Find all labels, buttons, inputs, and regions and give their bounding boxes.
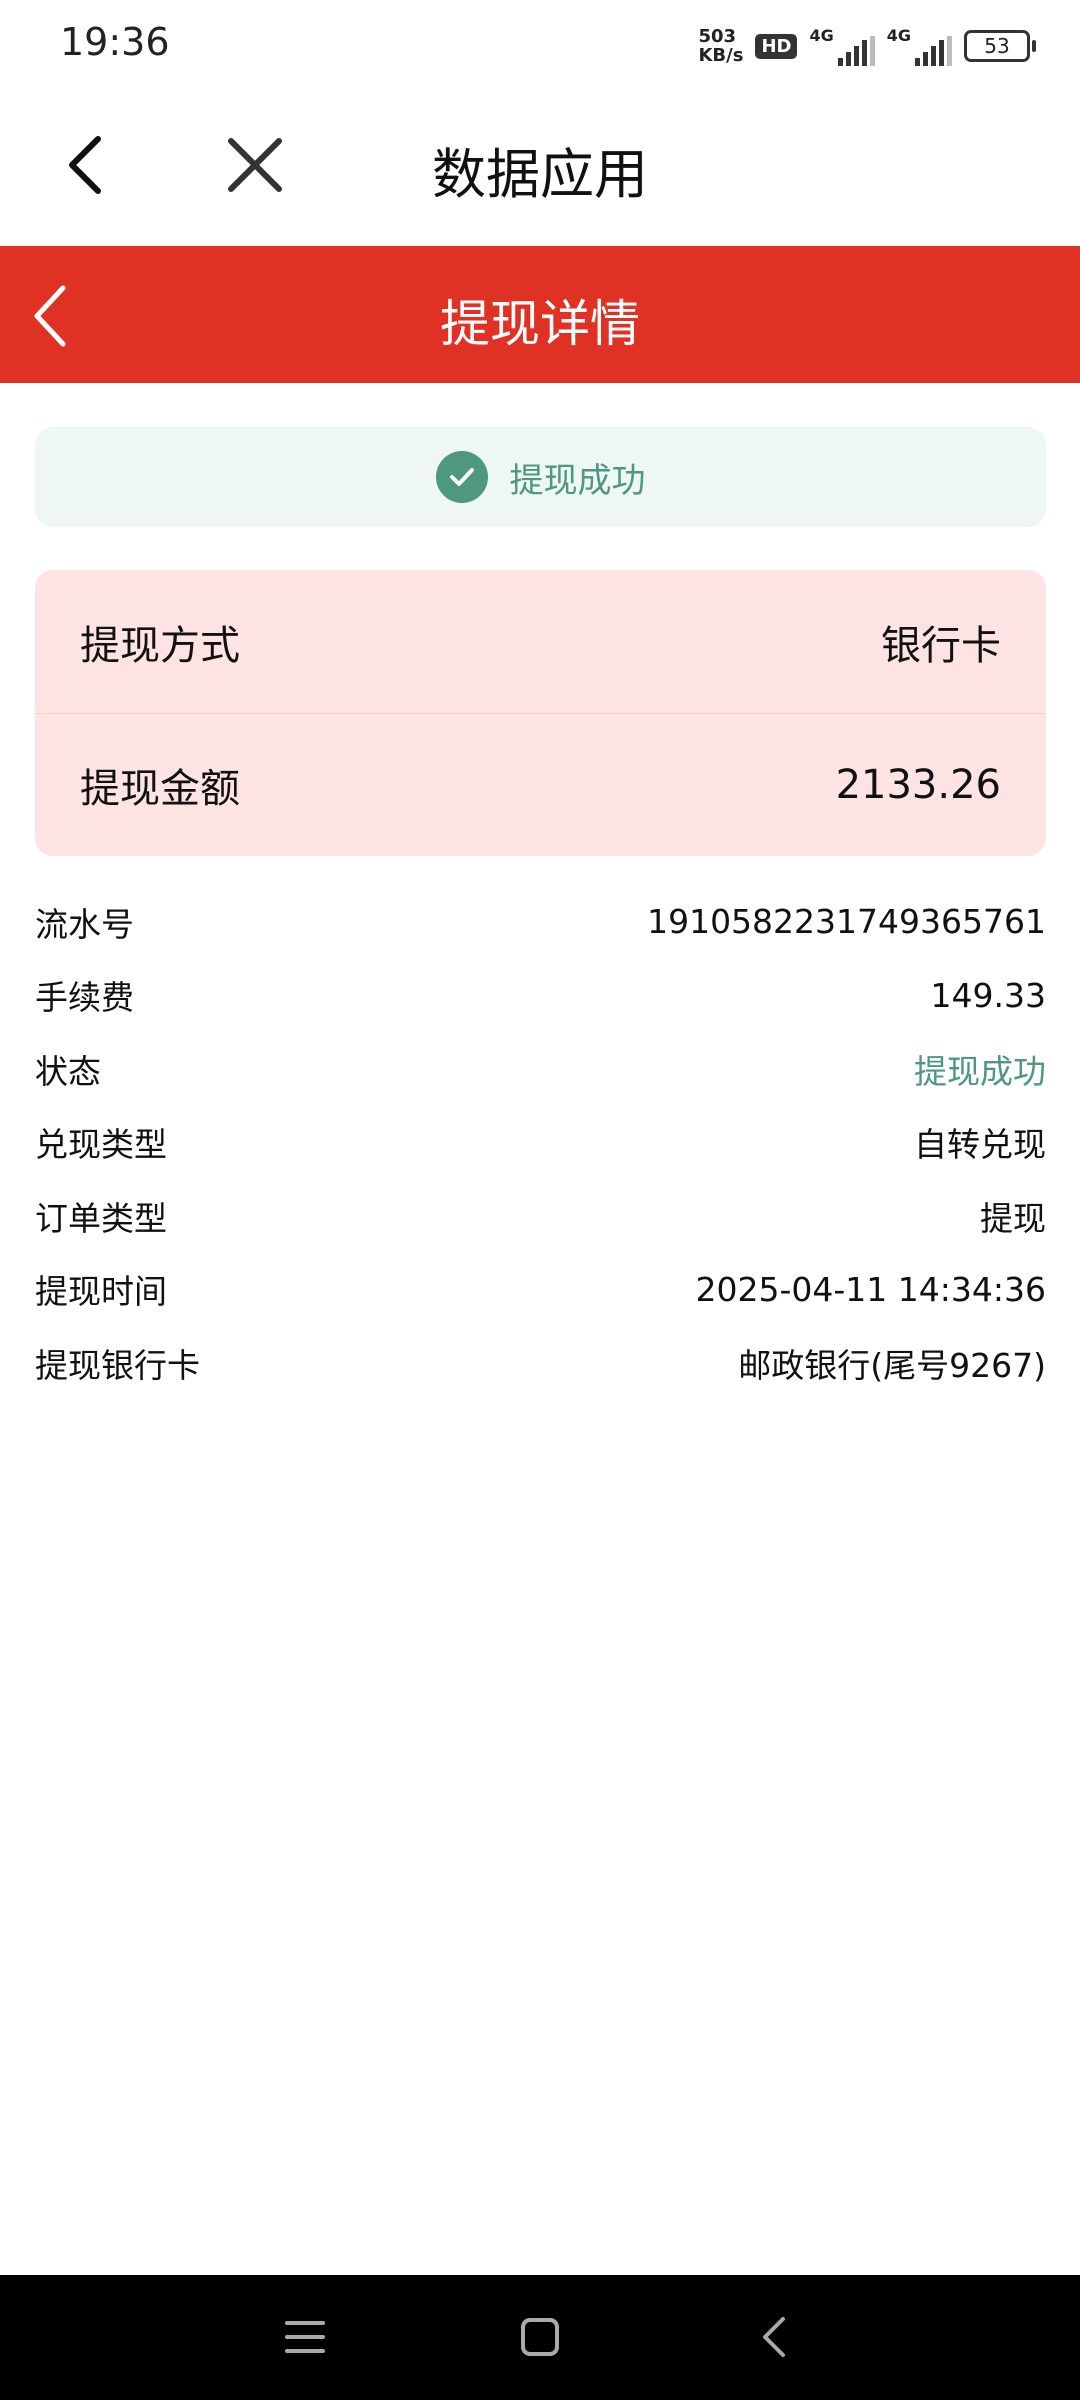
hd-icon: HD xyxy=(755,33,798,59)
status-banner-text: 提现成功 xyxy=(509,460,646,501)
network-type-1: 4G xyxy=(809,26,834,45)
detail-row-serial: 流水号 1910582231749365761 xyxy=(35,885,1046,959)
signal-icon-1: 4G xyxy=(809,26,875,66)
nav-back-button[interactable] xyxy=(745,2307,805,2367)
detail-row-bank-card: 提现银行卡 邮政银行(尾号9267) xyxy=(35,1326,1046,1400)
detail-label: 手续费 xyxy=(35,978,134,1018)
detail-label: 提现银行卡 xyxy=(35,1345,200,1385)
nav-home-button[interactable] xyxy=(510,2307,570,2367)
detail-value: 邮政银行(尾号9267) xyxy=(738,1345,1046,1385)
detail-value: 自转兑现 xyxy=(914,1125,1046,1165)
detail-value-status: 提现成功 xyxy=(914,1051,1046,1091)
detail-row-fee: 手续费 149.33 xyxy=(35,959,1046,1033)
network-speed-unit: KB/s xyxy=(698,45,744,66)
detail-label: 流水号 xyxy=(35,904,134,944)
detail-row-time: 提现时间 2025-04-11 14:34:36 xyxy=(35,1253,1046,1327)
withdraw-amount-label: 提现金额 xyxy=(80,765,240,812)
battery-level: 53 xyxy=(984,34,1010,58)
detail-row-status: 状态 提现成功 xyxy=(35,1032,1046,1106)
network-speed: 503 KB/s xyxy=(698,27,743,65)
status-time: 19:36 xyxy=(60,20,170,64)
withdraw-amount-value: 2133.26 xyxy=(835,761,1001,808)
signal-bars-icon xyxy=(915,36,952,66)
system-nav-bar xyxy=(0,2275,1080,2400)
detail-label: 订单类型 xyxy=(35,1198,167,1238)
check-icon xyxy=(449,468,474,486)
menu-icon xyxy=(285,2321,325,2353)
withdraw-method-row: 提现方式 银行卡 xyxy=(80,570,1001,713)
app-header: 数据应用 xyxy=(0,100,1080,230)
detail-row-order-type: 订单类型 提现 xyxy=(35,1179,1046,1253)
back-icon xyxy=(763,2317,785,2357)
detail-value: 1910582231749365761 xyxy=(647,902,1046,942)
detail-value: 149.33 xyxy=(930,975,1046,1015)
network-type-2: 4G xyxy=(886,26,911,45)
detail-label: 状态 xyxy=(35,1051,101,1091)
summary-card: 提现方式 银行卡 提现金额 2133.26 xyxy=(35,570,1046,856)
network-speed-value: 503 xyxy=(698,26,737,47)
signal-bars-icon xyxy=(837,36,875,66)
detail-value: 提现 xyxy=(980,1198,1046,1238)
status-bar: 19:36 503 KB/s HD 4G 4G 53 xyxy=(0,0,1080,90)
page-title: 提现详情 xyxy=(440,295,640,353)
status-banner: 提现成功 xyxy=(35,427,1046,527)
detail-list: 流水号 1910582231749365761 手续费 149.33 状态 提现… xyxy=(35,885,1046,1400)
detail-label: 兑现类型 xyxy=(35,1125,167,1165)
withdraw-method-label: 提现方式 xyxy=(80,622,240,669)
detail-label: 提现时间 xyxy=(35,1272,167,1312)
battery-icon: 53 xyxy=(964,30,1036,62)
check-circle-icon xyxy=(435,451,488,503)
signal-icon-2: 4G xyxy=(887,26,952,66)
page-header: 提现详情 xyxy=(0,246,1080,383)
home-icon xyxy=(521,2318,559,2356)
withdraw-amount-row: 提现金额 2133.26 xyxy=(80,713,1001,856)
nav-menu-button[interactable] xyxy=(275,2307,335,2367)
app-title: 数据应用 xyxy=(432,143,648,206)
withdraw-method-value: 银行卡 xyxy=(881,622,1001,669)
status-icons: 503 KB/s HD 4G 4G 53 xyxy=(698,24,1036,68)
detail-value: 2025-04-11 14:34:36 xyxy=(695,1269,1046,1309)
detail-row-redeem-type: 兑现类型 自转兑现 xyxy=(35,1106,1046,1180)
